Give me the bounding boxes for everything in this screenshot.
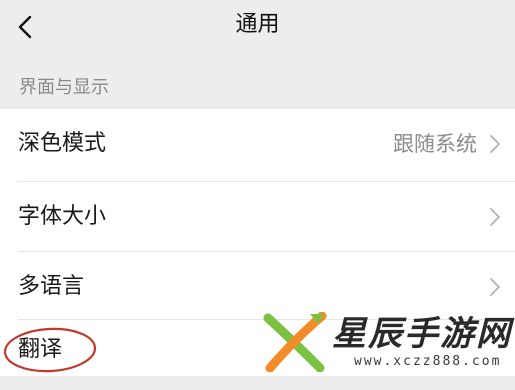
settings-item-label: 字体大小 <box>18 204 107 229</box>
chevron-right-icon <box>490 208 500 226</box>
settings-item-label: 多语言 <box>18 274 85 299</box>
settings-item-translate[interactable]: 翻译 <box>0 320 515 390</box>
settings-list: 深色模式 跟随系统 字体大小 多语言 翻译 <box>0 109 515 376</box>
settings-item-label: 翻译 <box>18 337 63 362</box>
chevron-right-icon <box>490 135 500 153</box>
settings-item-language[interactable]: 多语言 <box>0 252 515 322</box>
page-title: 通用 <box>235 12 280 37</box>
settings-item-dark-mode[interactable]: 深色模式 跟随系统 <box>0 109 515 179</box>
settings-item-label: 深色模式 <box>18 131 107 156</box>
chevron-right-icon <box>490 278 500 296</box>
settings-item-font-size[interactable]: 字体大小 <box>0 182 515 252</box>
settings-item-value: 跟随系统 <box>393 132 477 156</box>
section-label: 界面与显示 <box>19 77 109 98</box>
nav-bar: 通用 <box>0 0 515 58</box>
